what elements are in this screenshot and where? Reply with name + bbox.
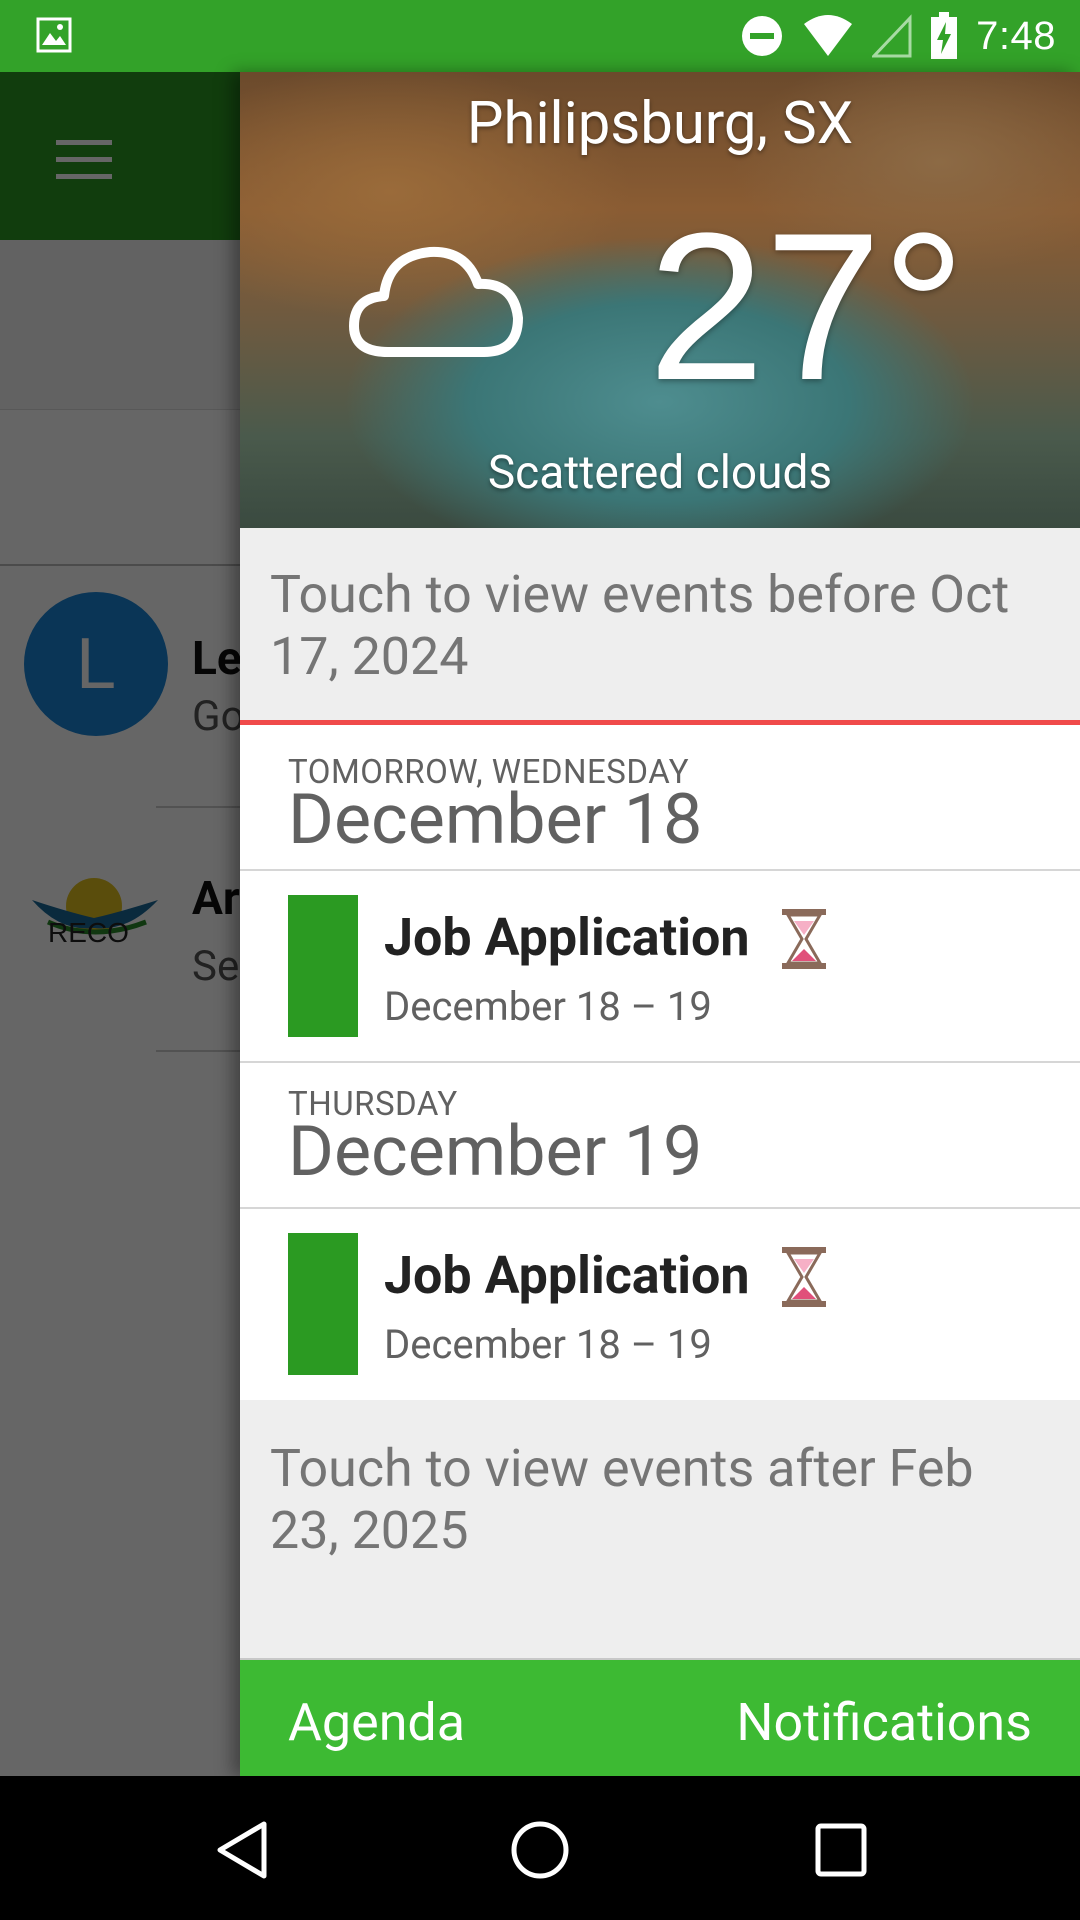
clock: 7:48 [976,13,1056,58]
event-item[interactable]: Job Application December 18 – 19 [240,871,1080,1061]
day-header: THURSDAY December 19 [240,1063,1080,1207]
status-bar: 7:48 [0,0,1080,72]
cloud-icon [349,246,523,357]
weather-temperature: 27° [648,189,966,424]
home-icon[interactable] [510,1820,570,1880]
weather-description: Scattered clouds [487,446,833,500]
event-color-swatch [288,1233,358,1375]
hourglass-icon [782,1247,826,1307]
event-color-swatch [288,895,358,1037]
gallery-icon [36,17,72,53]
do-not-disturb-icon [742,16,783,56]
day-date: December 18 [288,779,703,861]
tab-agenda[interactable]: Agenda [288,1692,465,1753]
battery-charging-icon [931,12,958,59]
event-date-range: December 18 – 19 [384,1321,712,1368]
weather-header[interactable]: Philipsburg, SX 27° Scattered clouds [240,72,1080,528]
load-earlier-events[interactable]: Touch to view events before Oct 17, 2024 [240,528,1080,724]
day-header: TOMORROW, WEDNESDAY December 18 [240,725,1080,869]
drawer-tab-bar: Agenda Notifications [240,1658,1080,1776]
wifi-icon [804,15,853,56]
event-date-range: December 18 – 19 [384,983,712,1030]
signal-icon [872,14,912,58]
navigation-bar [0,1776,1080,1920]
event-item[interactable]: Job Application December 18 – 19 [240,1209,1080,1399]
event-title: Job Application [384,1245,750,1306]
recents-icon[interactable] [814,1820,868,1880]
agenda-drawer: Philipsburg, SX 27° Scattered clouds Tou… [240,72,1080,1776]
day-date: December 19 [288,1111,703,1193]
hourglass-icon [782,909,826,969]
tab-notifications[interactable]: Notifications [736,1692,1032,1753]
event-title: Job Application [384,907,750,968]
weather-city: Philipsburg, SX [466,90,854,158]
back-icon[interactable] [214,1820,270,1880]
